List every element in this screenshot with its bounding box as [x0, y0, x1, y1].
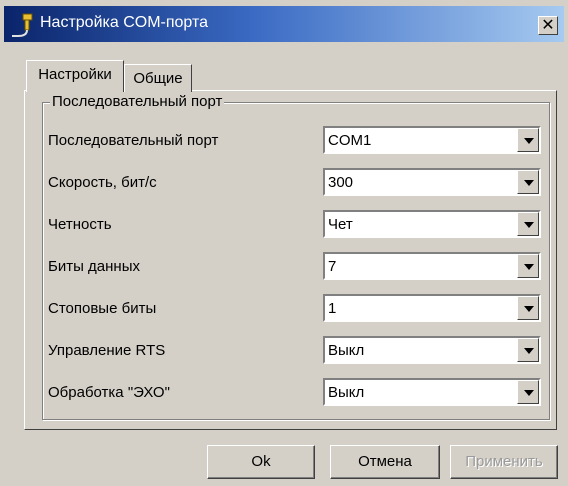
setting-label-echo: Обработка "ЭХО" — [48, 384, 170, 401]
chevron-down-icon[interactable] — [517, 296, 539, 320]
select-value: 300 — [328, 174, 354, 191]
select-value: 1 — [328, 300, 337, 317]
close-icon: ✕ — [541, 15, 555, 34]
chevron-down-icon[interactable] — [517, 380, 539, 404]
chevron-down-icon[interactable] — [517, 170, 539, 194]
apply-button[interactable]: Применить — [450, 445, 558, 479]
chevron-down-icon[interactable] — [517, 254, 539, 278]
plug-icon — [12, 13, 33, 37]
chevron-down-icon[interactable] — [517, 212, 539, 236]
cancel-button[interactable]: Отмена — [330, 445, 440, 479]
group-legend: Последовательный порт — [50, 93, 225, 110]
close-button[interactable]: ✕ — [538, 16, 558, 35]
dialog-window: Настройка COM-порта ✕ Настройки Общие По… — [0, 0, 568, 486]
select-value: Выкл — [328, 384, 365, 401]
chevron-down-icon[interactable] — [517, 128, 539, 152]
parity-select[interactable]: Чет — [323, 210, 541, 238]
port-select[interactable]: COM1 — [323, 126, 541, 154]
setting-label-port: Последовательный порт — [48, 132, 219, 149]
setting-label-parity: Четность — [48, 216, 112, 233]
title-bar[interactable]: Настройка COM-порта ✕ — [4, 6, 564, 42]
baud-select[interactable]: 300 — [323, 168, 541, 196]
setting-label-data-bits: Биты данных — [48, 258, 140, 275]
tab-general[interactable]: Общие — [124, 64, 192, 92]
tab-label: Общие — [133, 70, 183, 87]
select-value: COM1 — [328, 132, 372, 149]
data-bits-select[interactable]: 7 — [323, 252, 541, 280]
tab-settings[interactable]: Настройки — [26, 60, 124, 92]
select-value: 7 — [328, 258, 337, 275]
select-value: Чет — [328, 216, 353, 233]
tab-label: Настройки — [38, 66, 112, 83]
echo-select[interactable]: Выкл — [323, 378, 541, 406]
ok-button[interactable]: Ok — [207, 445, 315, 479]
chevron-down-icon[interactable] — [517, 338, 539, 362]
setting-label-baud: Скорость, бит/с — [48, 174, 157, 191]
setting-label-stop-bits: Стоповые биты — [48, 300, 157, 317]
select-value: Выкл — [328, 342, 365, 359]
window-title: Настройка COM-порта — [40, 14, 209, 31]
stop-bits-select[interactable]: 1 — [323, 294, 541, 322]
rts-select[interactable]: Выкл — [323, 336, 541, 364]
setting-label-rts: Управление RTS — [48, 342, 166, 359]
